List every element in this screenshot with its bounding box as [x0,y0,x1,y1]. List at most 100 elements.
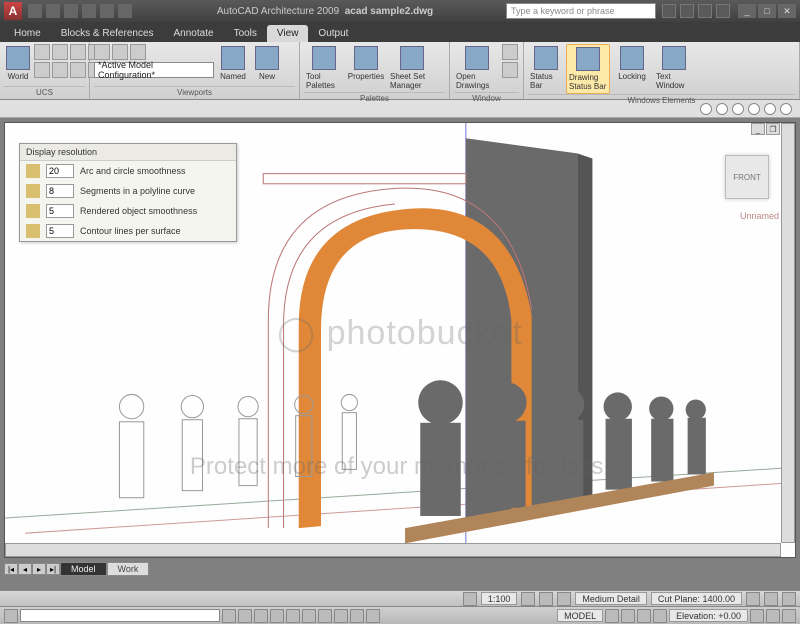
ucs-icon[interactable] [52,44,68,60]
dyn-icon[interactable] [334,609,348,623]
open-drawings-button[interactable]: Open Drawings [454,44,500,92]
status-icon[interactable] [521,592,535,606]
nav-icon[interactable] [764,103,776,115]
tab-prev-icon[interactable]: ◂ [18,563,32,575]
maximize-button[interactable]: □ [758,4,776,18]
ucs-icon[interactable] [34,44,50,60]
viewport-icon[interactable] [130,44,146,60]
annotation-icon[interactable] [463,592,477,606]
grid-icon[interactable] [238,609,252,623]
locking-button[interactable]: Locking [612,44,652,83]
cutplane-field[interactable]: Cut Plane: 1400.00 [651,592,742,605]
window-icon[interactable] [502,44,518,60]
status-icon[interactable] [750,609,764,623]
ucs-icon[interactable] [70,44,86,60]
properties-button[interactable]: Properties [346,44,386,83]
tab-view[interactable]: View [267,25,309,42]
text-window-button[interactable]: Text Window [654,44,694,92]
otrack-icon[interactable] [302,609,316,623]
nav-icon[interactable] [732,103,744,115]
comm-center-icon[interactable] [680,4,694,18]
setting-icon [26,184,40,198]
viewport-icon[interactable] [112,44,128,60]
lwt-icon[interactable] [350,609,364,623]
status-icon[interactable] [621,609,635,623]
status-icon[interactable] [637,609,651,623]
close-button[interactable]: ✕ [778,4,796,18]
tab-home[interactable]: Home [4,25,51,42]
viewports-named-button[interactable]: Named [216,44,250,83]
nav-icon[interactable] [780,103,792,115]
sheetset-icon [400,46,424,70]
search-icon[interactable] [662,4,676,18]
command-line-icon[interactable] [4,609,18,623]
qat-new-icon[interactable] [28,4,42,18]
qat-open-icon[interactable] [46,4,60,18]
tab-last-icon[interactable]: ▸| [46,563,60,575]
help-icon[interactable] [716,4,730,18]
tool-palettes-button[interactable]: Tool Palettes [304,44,344,92]
ucs-icon[interactable] [34,62,50,78]
snap-icon[interactable] [222,609,236,623]
model-viewport[interactable]: _ ❐ ✕ [4,122,796,558]
minimize-button[interactable]: _ [738,4,756,18]
polar-icon[interactable] [270,609,284,623]
status-icon[interactable] [653,609,667,623]
ucs-icon[interactable] [52,62,68,78]
status-icon[interactable] [605,609,619,623]
nav-icon[interactable] [700,103,712,115]
ucs-world-button[interactable]: World [4,44,32,83]
ortho-icon[interactable] [254,609,268,623]
tab-first-icon[interactable]: |◂ [4,563,18,575]
viewport-config-dropdown[interactable]: *Active Model Configuration* [94,62,214,78]
panel-header: Display resolution [20,144,236,161]
qat-save-icon[interactable] [64,4,78,18]
tab-blocks[interactable]: Blocks & References [51,25,164,42]
nav-icon[interactable] [716,103,728,115]
text-window-icon [662,46,686,70]
status-icon[interactable] [746,592,760,606]
model-space-toggle[interactable]: MODEL [557,609,603,622]
command-input[interactable] [20,609,220,622]
viewports-new-button[interactable]: New [252,44,282,83]
elevation-field[interactable]: Elevation: +0.00 [669,609,748,622]
drawing-statusbar-button[interactable]: Drawing Status Bar [566,44,610,94]
status-icon[interactable] [539,592,553,606]
qp-icon[interactable] [366,609,380,623]
statusbar-button[interactable]: Status Bar [528,44,564,92]
ducs-icon[interactable] [318,609,332,623]
favorites-icon[interactable] [698,4,712,18]
tab-next-icon[interactable]: ▸ [32,563,46,575]
qat-print-icon[interactable] [118,4,132,18]
contour-lines-input[interactable] [46,224,74,238]
qat-undo-icon[interactable] [82,4,96,18]
ucs-icon[interactable] [70,62,86,78]
polyline-segments-input[interactable] [46,184,74,198]
app-menu-button[interactable]: A [4,2,22,20]
scale-dropdown[interactable]: 1:100 [481,592,518,605]
qat-redo-icon[interactable] [100,4,114,18]
panel-label: Viewports [94,86,295,97]
sheetset-button[interactable]: Sheet Set Manager [388,44,436,92]
work-tab[interactable]: Work [107,562,150,576]
osnap-icon[interactable] [286,609,300,623]
status-icon[interactable] [764,592,778,606]
tab-annotate[interactable]: Annotate [164,25,224,42]
tab-output[interactable]: Output [308,25,358,42]
panel-palettes: Tool Palettes Properties Sheet Set Manag… [300,42,450,99]
horizontal-scrollbar[interactable] [5,543,781,557]
help-search-input[interactable]: Type a keyword or phrase [506,3,656,19]
detail-dropdown[interactable]: Medium Detail [575,592,647,605]
status-icon[interactable] [782,592,796,606]
cleanscreen-icon[interactable] [782,609,796,623]
status-icon[interactable] [557,592,571,606]
model-tab[interactable]: Model [60,562,107,576]
tab-tools[interactable]: Tools [224,25,267,42]
viewport-icon[interactable] [94,44,110,60]
rendered-smoothness-input[interactable] [46,204,74,218]
arc-smoothness-input[interactable] [46,164,74,178]
window-icon[interactable] [502,62,518,78]
nav-icon[interactable] [748,103,760,115]
viewcube[interactable]: FRONT [725,155,769,199]
status-icon[interactable] [766,609,780,623]
